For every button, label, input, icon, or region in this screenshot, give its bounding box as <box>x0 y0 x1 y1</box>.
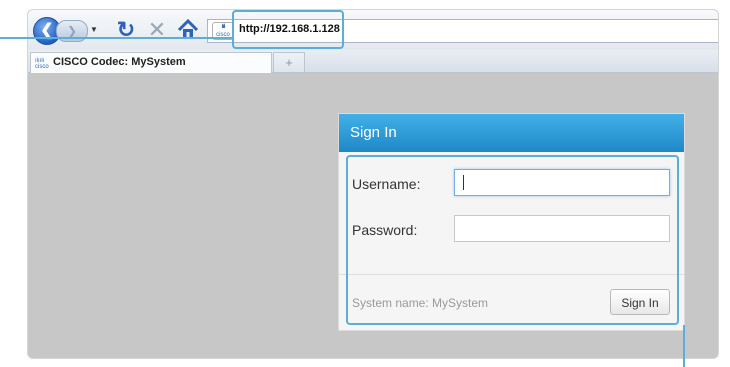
tab-title: CISCO Codec: MySystem <box>53 56 186 68</box>
form-callout-line <box>683 325 685 367</box>
url-callout-box <box>232 10 344 49</box>
refresh-icon[interactable]: ↻ <box>114 16 138 44</box>
url-callout-line <box>0 37 232 39</box>
form-callout-box <box>346 155 679 325</box>
tab-cisco-codec[interactable]: ılıılı cisco CISCO Codec: MySystem <box>30 52 272 73</box>
new-tab-button[interactable]: + <box>273 52 305 72</box>
browser-toolbar: ❮ ❯ ▼ ↻ ✕ ılıılı cisco http://192.168.1.… <box>28 10 718 51</box>
home-icon[interactable] <box>176 16 200 44</box>
cisco-favicon-icon: ılıılı cisco <box>35 58 49 70</box>
stop-icon[interactable]: ✕ <box>145 16 169 44</box>
signin-header: Sign In <box>339 114 684 152</box>
tab-strip: ılıılı cisco CISCO Codec: MySystem + <box>28 50 718 73</box>
